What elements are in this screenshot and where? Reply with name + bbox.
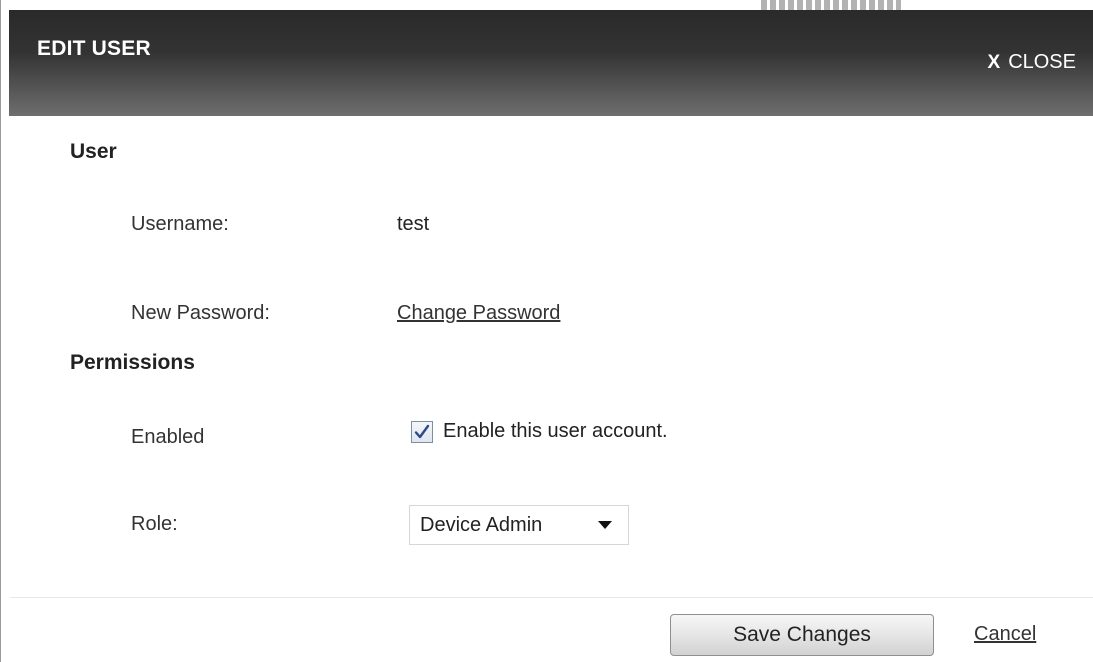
- close-label: CLOSE: [1008, 51, 1076, 73]
- save-changes-button[interactable]: Save Changes: [670, 614, 934, 656]
- username-value: test: [397, 213, 430, 235]
- close-button[interactable]: X CLOSE: [988, 51, 1077, 74]
- close-icon: X: [987, 51, 1001, 73]
- cancel-link[interactable]: Cancel: [974, 623, 1036, 646]
- role-label: Role:: [131, 513, 178, 535]
- new-password-label: New Password:: [131, 302, 270, 324]
- dialog-title: EDIT USER: [37, 37, 151, 60]
- change-password-link[interactable]: Change Password: [397, 302, 560, 325]
- role-select[interactable]: Device Admin: [409, 505, 629, 545]
- permissions-section-heading: Permissions: [70, 351, 195, 374]
- edit-user-dialog: EDIT USER X CLOSE User Username: test Ne…: [0, 0, 1093, 662]
- chevron-down-icon: [598, 521, 612, 529]
- footer-divider: [10, 597, 1093, 598]
- username-label: Username:: [131, 213, 229, 235]
- user-section-heading: User: [70, 140, 117, 163]
- enable-account-checkbox[interactable]: [411, 420, 433, 443]
- enable-account-row: Enable this user account.: [411, 420, 668, 443]
- background-fragment: [761, 0, 901, 10]
- dialog-titlebar: EDIT USER X CLOSE: [9, 10, 1093, 116]
- checkmark-icon: [414, 424, 430, 438]
- role-selected-value: Device Admin: [420, 513, 543, 536]
- enabled-label: Enabled: [131, 426, 205, 448]
- enable-account-checkbox-label[interactable]: Enable this user account.: [443, 420, 668, 443]
